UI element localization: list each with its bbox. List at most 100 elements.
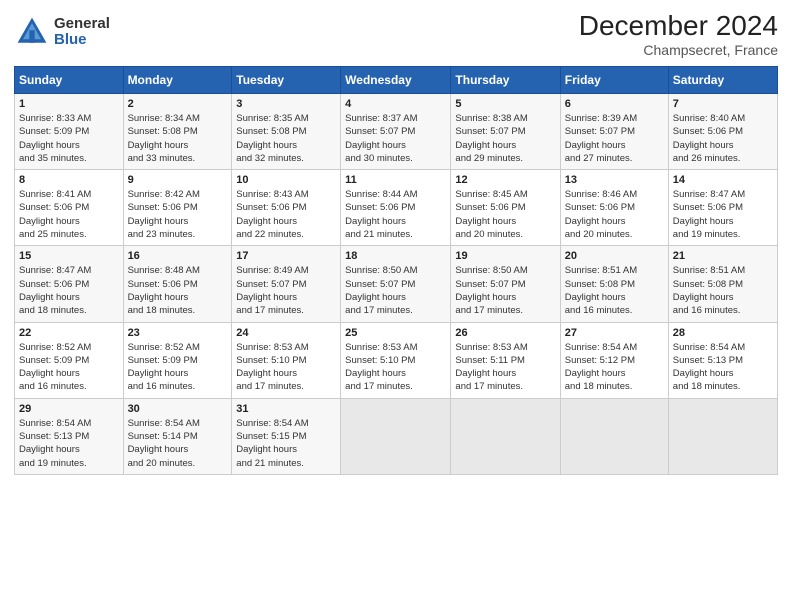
calendar-cell: 1 Sunrise: 8:33 AMSunset: 5:09 PMDayligh… xyxy=(15,94,124,170)
day-info: Sunrise: 8:53 AMSunset: 5:10 PMDaylight … xyxy=(236,342,308,393)
day-info: Sunrise: 8:53 AMSunset: 5:10 PMDaylight … xyxy=(345,342,417,393)
day-number: 15 xyxy=(19,250,119,262)
calendar-cell: 30 Sunrise: 8:54 AMSunset: 5:14 PMDaylig… xyxy=(123,398,232,474)
calendar-cell: 10 Sunrise: 8:43 AMSunset: 5:06 PMDaylig… xyxy=(232,170,341,246)
calendar-cell: 6 Sunrise: 8:39 AMSunset: 5:07 PMDayligh… xyxy=(560,94,668,170)
calendar-cell: 29 Sunrise: 8:54 AMSunset: 5:13 PMDaylig… xyxy=(15,398,124,474)
day-info: Sunrise: 8:51 AMSunset: 5:08 PMDaylight … xyxy=(673,265,745,316)
day-number: 23 xyxy=(128,327,228,339)
day-info: Sunrise: 8:37 AMSunset: 5:07 PMDaylight … xyxy=(345,113,417,164)
calendar-cell: 4 Sunrise: 8:37 AMSunset: 5:07 PMDayligh… xyxy=(341,94,451,170)
day-number: 11 xyxy=(345,174,446,186)
day-info: Sunrise: 8:49 AMSunset: 5:07 PMDaylight … xyxy=(236,265,308,316)
day-info: Sunrise: 8:34 AMSunset: 5:08 PMDaylight … xyxy=(128,113,200,164)
week-row-4: 22 Sunrise: 8:52 AMSunset: 5:09 PMDaylig… xyxy=(15,322,778,398)
calendar-cell: 25 Sunrise: 8:53 AMSunset: 5:10 PMDaylig… xyxy=(341,322,451,398)
weekday-row: SundayMondayTuesdayWednesdayThursdayFrid… xyxy=(15,67,778,94)
calendar-cell: 9 Sunrise: 8:42 AMSunset: 5:06 PMDayligh… xyxy=(123,170,232,246)
calendar-cell: 28 Sunrise: 8:54 AMSunset: 5:13 PMDaylig… xyxy=(668,322,777,398)
day-number: 2 xyxy=(128,98,228,110)
calendar-cell: 11 Sunrise: 8:44 AMSunset: 5:06 PMDaylig… xyxy=(341,170,451,246)
day-info: Sunrise: 8:35 AMSunset: 5:08 PMDaylight … xyxy=(236,113,308,164)
day-info: Sunrise: 8:52 AMSunset: 5:09 PMDaylight … xyxy=(128,342,200,393)
day-number: 20 xyxy=(565,250,664,262)
calendar-cell: 21 Sunrise: 8:51 AMSunset: 5:08 PMDaylig… xyxy=(668,246,777,322)
calendar-cell: 18 Sunrise: 8:50 AMSunset: 5:07 PMDaylig… xyxy=(341,246,451,322)
logo: General Blue xyxy=(14,14,110,50)
logo-general: General xyxy=(54,16,110,33)
calendar-cell xyxy=(451,398,560,474)
page-subtitle: Champsecret, France xyxy=(579,42,778,58)
day-info: Sunrise: 8:54 AMSunset: 5:15 PMDaylight … xyxy=(236,418,308,469)
day-number: 5 xyxy=(455,98,555,110)
title-block: December 2024 Champsecret, France xyxy=(579,10,778,58)
week-row-3: 15 Sunrise: 8:47 AMSunset: 5:06 PMDaylig… xyxy=(15,246,778,322)
day-number: 14 xyxy=(673,174,773,186)
logo-icon xyxy=(14,14,50,50)
calendar-cell: 3 Sunrise: 8:35 AMSunset: 5:08 PMDayligh… xyxy=(232,94,341,170)
header: General Blue December 2024 Champsecret, … xyxy=(14,10,778,58)
calendar-cell: 5 Sunrise: 8:38 AMSunset: 5:07 PMDayligh… xyxy=(451,94,560,170)
calendar-cell: 24 Sunrise: 8:53 AMSunset: 5:10 PMDaylig… xyxy=(232,322,341,398)
day-number: 6 xyxy=(565,98,664,110)
day-number: 26 xyxy=(455,327,555,339)
day-number: 7 xyxy=(673,98,773,110)
day-info: Sunrise: 8:41 AMSunset: 5:06 PMDaylight … xyxy=(19,189,91,240)
weekday-header-tuesday: Tuesday xyxy=(232,67,341,94)
day-number: 21 xyxy=(673,250,773,262)
calendar-cell: 14 Sunrise: 8:47 AMSunset: 5:06 PMDaylig… xyxy=(668,170,777,246)
day-info: Sunrise: 8:51 AMSunset: 5:08 PMDaylight … xyxy=(565,265,637,316)
day-info: Sunrise: 8:54 AMSunset: 5:14 PMDaylight … xyxy=(128,418,200,469)
day-info: Sunrise: 8:40 AMSunset: 5:06 PMDaylight … xyxy=(673,113,745,164)
weekday-header-thursday: Thursday xyxy=(451,67,560,94)
day-number: 16 xyxy=(128,250,228,262)
day-info: Sunrise: 8:44 AMSunset: 5:06 PMDaylight … xyxy=(345,189,417,240)
day-info: Sunrise: 8:33 AMSunset: 5:09 PMDaylight … xyxy=(19,113,91,164)
calendar-cell xyxy=(560,398,668,474)
day-number: 18 xyxy=(345,250,446,262)
calendar-cell: 2 Sunrise: 8:34 AMSunset: 5:08 PMDayligh… xyxy=(123,94,232,170)
day-number: 30 xyxy=(128,403,228,415)
week-row-2: 8 Sunrise: 8:41 AMSunset: 5:06 PMDayligh… xyxy=(15,170,778,246)
day-number: 13 xyxy=(565,174,664,186)
calendar-table: SundayMondayTuesdayWednesdayThursdayFrid… xyxy=(14,66,778,475)
day-number: 29 xyxy=(19,403,119,415)
calendar-cell: 27 Sunrise: 8:54 AMSunset: 5:12 PMDaylig… xyxy=(560,322,668,398)
day-number: 28 xyxy=(673,327,773,339)
day-number: 22 xyxy=(19,327,119,339)
day-number: 3 xyxy=(236,98,336,110)
calendar-cell: 20 Sunrise: 8:51 AMSunset: 5:08 PMDaylig… xyxy=(560,246,668,322)
day-info: Sunrise: 8:39 AMSunset: 5:07 PMDaylight … xyxy=(565,113,637,164)
day-number: 9 xyxy=(128,174,228,186)
page: General Blue December 2024 Champsecret, … xyxy=(0,0,792,612)
day-info: Sunrise: 8:48 AMSunset: 5:06 PMDaylight … xyxy=(128,265,200,316)
logo-blue: Blue xyxy=(54,32,110,49)
day-number: 1 xyxy=(19,98,119,110)
calendar-cell: 19 Sunrise: 8:50 AMSunset: 5:07 PMDaylig… xyxy=(451,246,560,322)
calendar-cell: 17 Sunrise: 8:49 AMSunset: 5:07 PMDaylig… xyxy=(232,246,341,322)
day-info: Sunrise: 8:47 AMSunset: 5:06 PMDaylight … xyxy=(673,189,745,240)
day-number: 10 xyxy=(236,174,336,186)
weekday-header-wednesday: Wednesday xyxy=(341,67,451,94)
calendar-header: SundayMondayTuesdayWednesdayThursdayFrid… xyxy=(15,67,778,94)
day-number: 17 xyxy=(236,250,336,262)
day-info: Sunrise: 8:53 AMSunset: 5:11 PMDaylight … xyxy=(455,342,527,393)
calendar-cell: 22 Sunrise: 8:52 AMSunset: 5:09 PMDaylig… xyxy=(15,322,124,398)
day-info: Sunrise: 8:42 AMSunset: 5:06 PMDaylight … xyxy=(128,189,200,240)
week-row-5: 29 Sunrise: 8:54 AMSunset: 5:13 PMDaylig… xyxy=(15,398,778,474)
day-number: 8 xyxy=(19,174,119,186)
day-number: 25 xyxy=(345,327,446,339)
day-info: Sunrise: 8:47 AMSunset: 5:06 PMDaylight … xyxy=(19,265,91,316)
day-info: Sunrise: 8:43 AMSunset: 5:06 PMDaylight … xyxy=(236,189,308,240)
calendar-cell: 23 Sunrise: 8:52 AMSunset: 5:09 PMDaylig… xyxy=(123,322,232,398)
day-number: 4 xyxy=(345,98,446,110)
day-info: Sunrise: 8:52 AMSunset: 5:09 PMDaylight … xyxy=(19,342,91,393)
day-info: Sunrise: 8:50 AMSunset: 5:07 PMDaylight … xyxy=(455,265,527,316)
calendar-cell: 12 Sunrise: 8:45 AMSunset: 5:06 PMDaylig… xyxy=(451,170,560,246)
day-number: 27 xyxy=(565,327,664,339)
day-info: Sunrise: 8:45 AMSunset: 5:06 PMDaylight … xyxy=(455,189,527,240)
calendar-cell xyxy=(668,398,777,474)
day-info: Sunrise: 8:50 AMSunset: 5:07 PMDaylight … xyxy=(345,265,417,316)
weekday-header-sunday: Sunday xyxy=(15,67,124,94)
calendar-cell: 7 Sunrise: 8:40 AMSunset: 5:06 PMDayligh… xyxy=(668,94,777,170)
